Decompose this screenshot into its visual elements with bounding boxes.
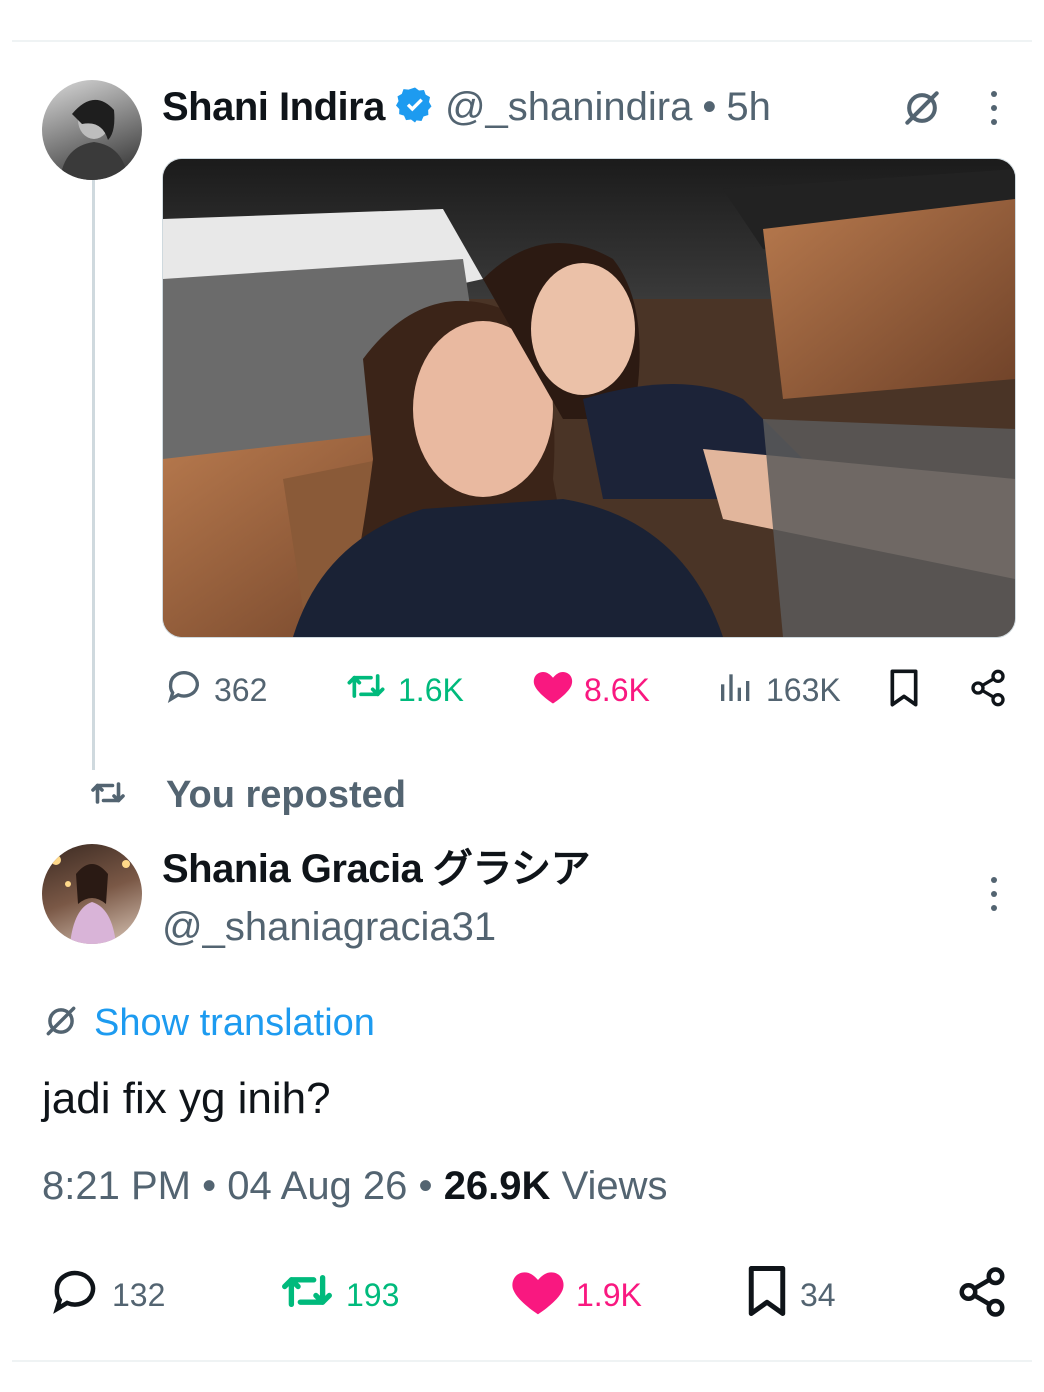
views-action[interactable]: 163K xyxy=(716,666,841,714)
views-icon xyxy=(716,666,756,714)
like-icon xyxy=(532,666,574,714)
like-action[interactable]: 1.9K xyxy=(510,1264,642,1326)
show-translation-link[interactable]: Show translation xyxy=(42,998,375,1048)
post-time[interactable]: 8:21 PM xyxy=(42,1164,191,1208)
post-date[interactable]: 04 Aug 26 xyxy=(227,1164,407,1208)
repost-icon xyxy=(344,666,388,714)
reply-count: 132 xyxy=(112,1276,166,1313)
author-name[interactable]: Shani Indira xyxy=(162,85,385,130)
translate-icon xyxy=(42,1002,80,1045)
repost-action[interactable]: 193 xyxy=(278,1264,399,1326)
share-icon[interactable] xyxy=(966,666,1010,710)
reply-icon xyxy=(164,666,204,714)
more-icon[interactable] xyxy=(978,84,1010,132)
views-count[interactable]: 26.9K xyxy=(444,1164,551,1208)
like-icon xyxy=(510,1264,566,1326)
views-count: 163K xyxy=(766,671,841,708)
share-icon[interactable] xyxy=(952,1264,1012,1320)
repost-banner-label[interactable]: You reposted xyxy=(166,774,406,817)
repost-action[interactable]: 1.6K xyxy=(344,666,464,714)
post-text: jadi fix yg inih? xyxy=(42,1074,331,1123)
views-label: Views xyxy=(561,1164,668,1208)
reply-count: 362 xyxy=(214,671,268,708)
repost-icon xyxy=(278,1264,336,1326)
bottom-divider xyxy=(12,1360,1032,1362)
more-icon[interactable] xyxy=(978,870,1010,918)
author-handle[interactable]: @_shaniagracia31 xyxy=(162,905,496,950)
bookmark-action[interactable]: 34 xyxy=(744,1264,836,1326)
bookmark-icon xyxy=(744,1264,790,1326)
like-count: 8.6K xyxy=(584,671,650,708)
grok-icon[interactable] xyxy=(898,84,946,132)
repost-count: 193 xyxy=(346,1276,400,1313)
repost-banner-icon xyxy=(88,775,128,816)
avatar-shania-gracia[interactable] xyxy=(42,844,142,944)
like-count: 1.9K xyxy=(576,1276,642,1313)
time-ago[interactable]: 5h xyxy=(726,85,771,130)
author-name[interactable]: Shania Gracia グラシア xyxy=(162,836,591,894)
top-divider xyxy=(12,40,1032,42)
author-handle[interactable]: @_shanindira xyxy=(445,85,692,130)
reply-icon xyxy=(48,1264,102,1326)
post-meta: 8:21 PM • 04 Aug 26 • 26.9K Views xyxy=(42,1164,668,1209)
post-photo[interactable] xyxy=(162,158,1016,638)
dot-separator: • xyxy=(202,1164,217,1208)
dot-separator: • xyxy=(418,1164,433,1208)
show-translation-label: Show translation xyxy=(94,1001,375,1044)
repost-count: 1.6K xyxy=(398,671,464,708)
avatar-shani-indira[interactable] xyxy=(42,80,142,180)
thread-line xyxy=(92,180,95,770)
bookmark-icon[interactable] xyxy=(882,666,926,710)
dot-separator: • xyxy=(702,84,717,129)
reply-action[interactable]: 132 xyxy=(48,1264,165,1326)
verified-icon xyxy=(395,85,435,130)
reply-action[interactable]: 362 xyxy=(164,666,267,714)
like-action[interactable]: 8.6K xyxy=(532,666,650,714)
bookmark-count: 34 xyxy=(800,1276,836,1313)
